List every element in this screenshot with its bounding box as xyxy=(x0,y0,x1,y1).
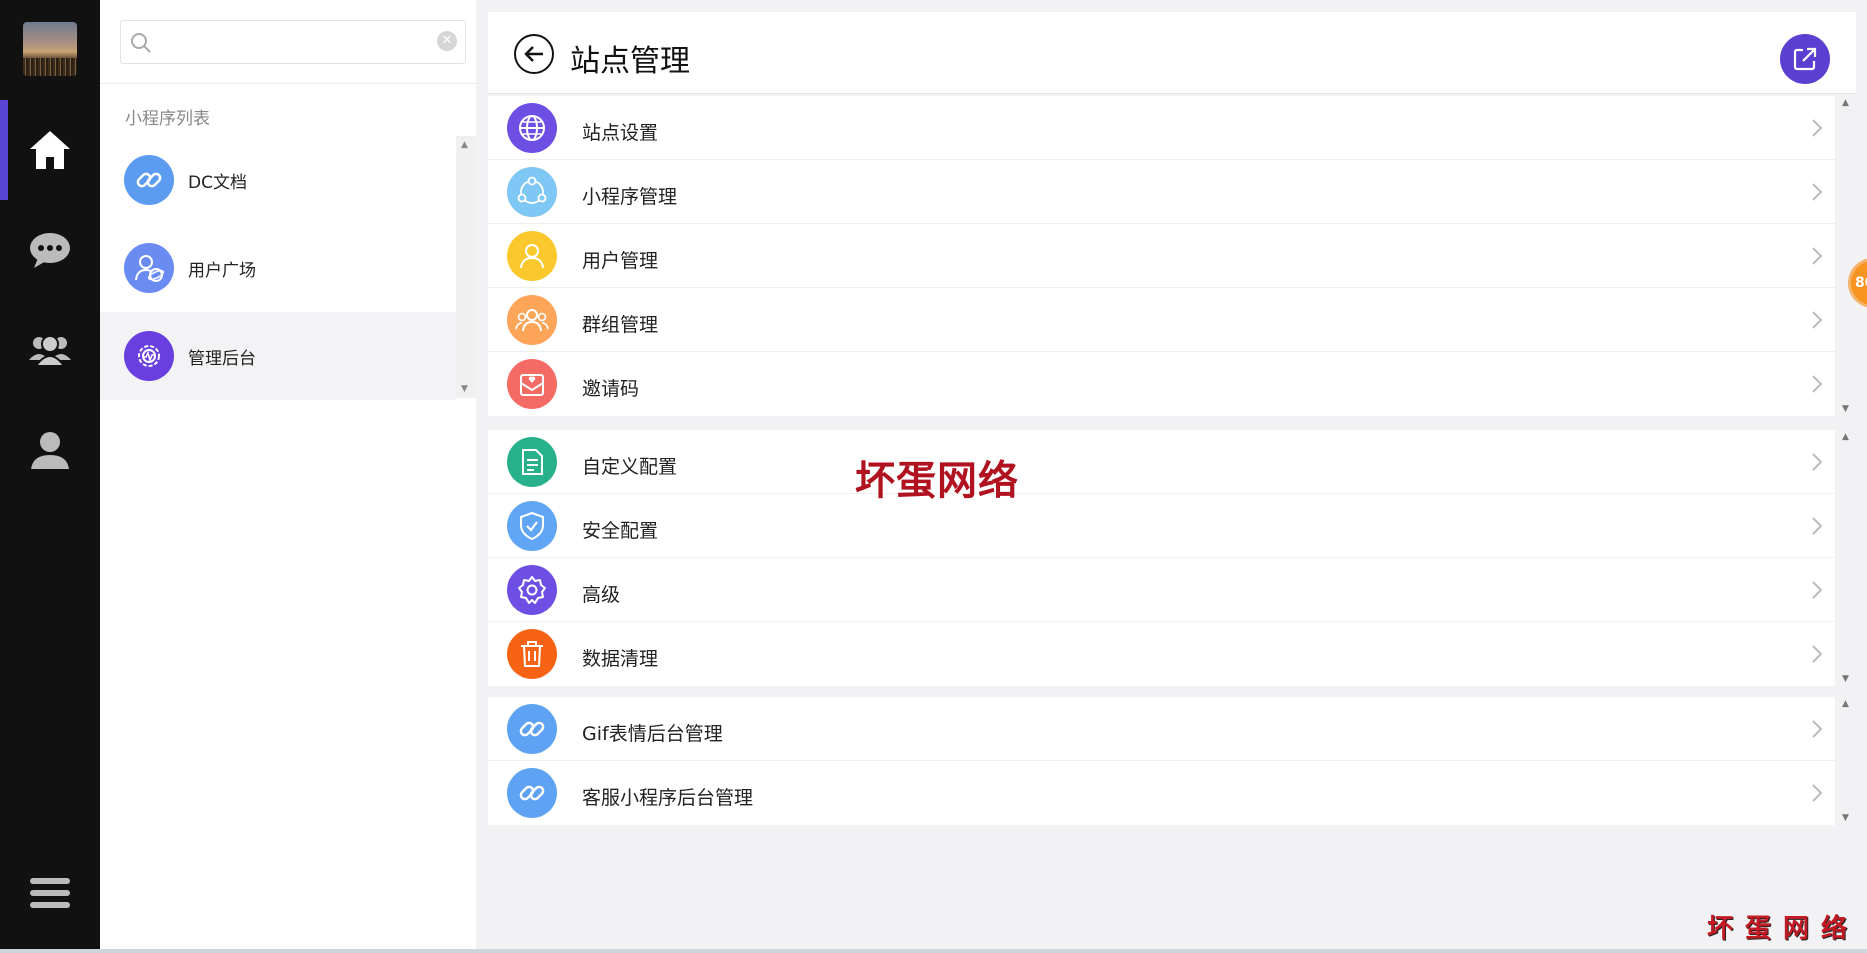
network-icon xyxy=(507,167,557,217)
list-item-label: 管理后台 xyxy=(188,348,256,369)
nav-chat[interactable] xyxy=(0,200,100,300)
external-link-icon xyxy=(1793,47,1817,71)
divider xyxy=(100,83,476,84)
menu-item-label: 高级 xyxy=(582,584,621,606)
hamburger-icon xyxy=(30,878,70,908)
menu-item-label: 用户管理 xyxy=(582,250,659,272)
menu-item-user-mgmt[interactable]: 用户管理 xyxy=(488,224,1835,288)
menu-item-label: 自定义配置 xyxy=(582,456,678,478)
chevron-right-icon xyxy=(1812,375,1823,393)
menu-item-invite-code[interactable]: 邀请码 xyxy=(488,352,1835,416)
menu-item-label: 安全配置 xyxy=(582,520,659,542)
chevron-right-icon xyxy=(1812,784,1823,802)
search-icon xyxy=(131,33,151,53)
list-item-dc-docs[interactable]: DC文档 xyxy=(100,136,476,224)
list-item-label: DC文档 xyxy=(188,172,247,193)
chevron-right-icon xyxy=(1812,453,1823,471)
back-button[interactable] xyxy=(514,34,554,74)
link-icon xyxy=(124,155,174,205)
list-item-user-square[interactable]: 用户广场 xyxy=(100,224,476,312)
section-title: 小程序列表 xyxy=(125,109,210,129)
group-scrollbar[interactable]: ▲ ▼ xyxy=(1835,697,1857,825)
external-link-button[interactable] xyxy=(1780,34,1830,84)
menu-item-custom-config[interactable]: 自定义配置 xyxy=(488,430,1835,494)
menu-item-label: Gif表情后台管理 xyxy=(582,723,723,745)
gear-icon xyxy=(507,565,557,615)
app-window: ✕ 小程序列表 DC文档 用户广场 管理后台 ▲ ▼ 站点管理 站点设置 小程序… xyxy=(0,0,1867,953)
chevron-right-icon xyxy=(1812,119,1823,137)
nav-rail xyxy=(0,0,100,953)
people-icon xyxy=(507,295,557,345)
list-item-label: 用户广场 xyxy=(188,260,256,281)
group-icon xyxy=(29,335,71,367)
person-icon xyxy=(507,231,557,281)
invite-envelope-icon xyxy=(507,359,557,409)
chevron-right-icon xyxy=(1812,311,1823,329)
link-icon xyxy=(507,704,557,754)
corner-watermark: 坏蛋网络 xyxy=(1706,914,1859,944)
chevron-right-icon xyxy=(1812,645,1823,663)
menu-item-site-settings[interactable]: 站点设置 xyxy=(488,96,1835,160)
link-icon xyxy=(507,768,557,818)
main-content: 站点管理 站点设置 小程序管理 用户管理 群组管理 邀请码 ▲ ▼ 自定义配置 … xyxy=(476,0,1867,953)
user-icon xyxy=(31,432,69,469)
menu-item-data-cleanup[interactable]: 数据清理 xyxy=(488,622,1835,686)
group-scrollbar[interactable]: ▲ ▼ xyxy=(1835,96,1857,416)
miniprogram-panel: ✕ 小程序列表 DC文档 用户广场 管理后台 ▲ ▼ xyxy=(100,0,476,953)
trash-icon xyxy=(507,629,557,679)
chevron-right-icon xyxy=(1812,183,1823,201)
menu-item-group-mgmt[interactable]: 群组管理 xyxy=(488,288,1835,352)
scroll-down-icon[interactable]: ▼ xyxy=(1842,674,1849,684)
avatar[interactable] xyxy=(23,22,77,76)
menu-item-security-config[interactable]: 安全配置 xyxy=(488,494,1835,558)
menu-item-label: 小程序管理 xyxy=(582,186,678,208)
clear-icon[interactable]: ✕ xyxy=(437,31,457,51)
menu-item-label: 数据清理 xyxy=(582,648,659,670)
menu-item-label: 站点设置 xyxy=(582,122,659,144)
shield-check-icon xyxy=(507,501,557,551)
nav-groups[interactable] xyxy=(0,300,100,400)
settings-group-2: 自定义配置 安全配置 高级 数据清理 xyxy=(488,430,1835,686)
watermark-text: 坏蛋网络 xyxy=(855,457,1019,504)
document-icon xyxy=(507,437,557,487)
chat-bubbles-icon xyxy=(30,233,70,268)
search-input[interactable] xyxy=(161,29,431,55)
page-title: 站点管理 xyxy=(570,44,690,79)
home-icon xyxy=(30,131,70,169)
page-header: 站点管理 xyxy=(488,12,1856,94)
menu-item-miniprogram-mgmt[interactable]: 小程序管理 xyxy=(488,160,1835,224)
scroll-up-icon[interactable]: ▲ xyxy=(1842,699,1849,709)
user-globe-icon xyxy=(124,243,174,293)
back-arrow-icon xyxy=(524,46,543,62)
bottom-edge xyxy=(0,949,1867,953)
list-item-admin[interactable]: 管理后台 xyxy=(100,312,456,400)
menu-item-label: 群组管理 xyxy=(582,314,659,336)
menu-item-cs-miniprogram-admin[interactable]: 客服小程序后台管理 xyxy=(488,761,1835,825)
settings-group-1: 站点设置 小程序管理 用户管理 群组管理 邀请码 xyxy=(488,96,1835,416)
list-scrollbar[interactable]: ▲ ▼ xyxy=(456,136,476,398)
scroll-up-icon[interactable]: ▲ xyxy=(1842,98,1849,108)
menu-item-advanced[interactable]: 高级 xyxy=(488,558,1835,622)
globe-icon xyxy=(507,103,557,153)
nav-home[interactable] xyxy=(0,100,100,200)
miniprogram-list: DC文档 用户广场 管理后台 xyxy=(100,136,476,400)
chevron-right-icon xyxy=(1812,247,1823,265)
scroll-up-icon[interactable]: ▲ xyxy=(1842,432,1849,442)
chevron-right-icon xyxy=(1812,720,1823,738)
search-box: ✕ xyxy=(120,20,466,64)
scroll-down-icon[interactable]: ▼ xyxy=(1842,404,1849,414)
nav-profile[interactable] xyxy=(0,400,100,500)
scroll-down-icon[interactable]: ▼ xyxy=(461,384,468,394)
group-scrollbar[interactable]: ▲ ▼ xyxy=(1835,430,1857,686)
chevron-right-icon xyxy=(1812,581,1823,599)
admin-gear-icon xyxy=(124,331,174,381)
menu-button[interactable] xyxy=(0,843,100,943)
menu-item-gif-admin[interactable]: Gif表情后台管理 xyxy=(488,697,1835,761)
chevron-right-icon xyxy=(1812,517,1823,535)
menu-item-label: 客服小程序后台管理 xyxy=(582,787,754,809)
scroll-up-icon[interactable]: ▲ xyxy=(461,140,468,150)
settings-group-3: Gif表情后台管理 客服小程序后台管理 xyxy=(488,697,1835,825)
scroll-down-icon[interactable]: ▼ xyxy=(1842,813,1849,823)
menu-item-label: 邀请码 xyxy=(582,378,640,400)
